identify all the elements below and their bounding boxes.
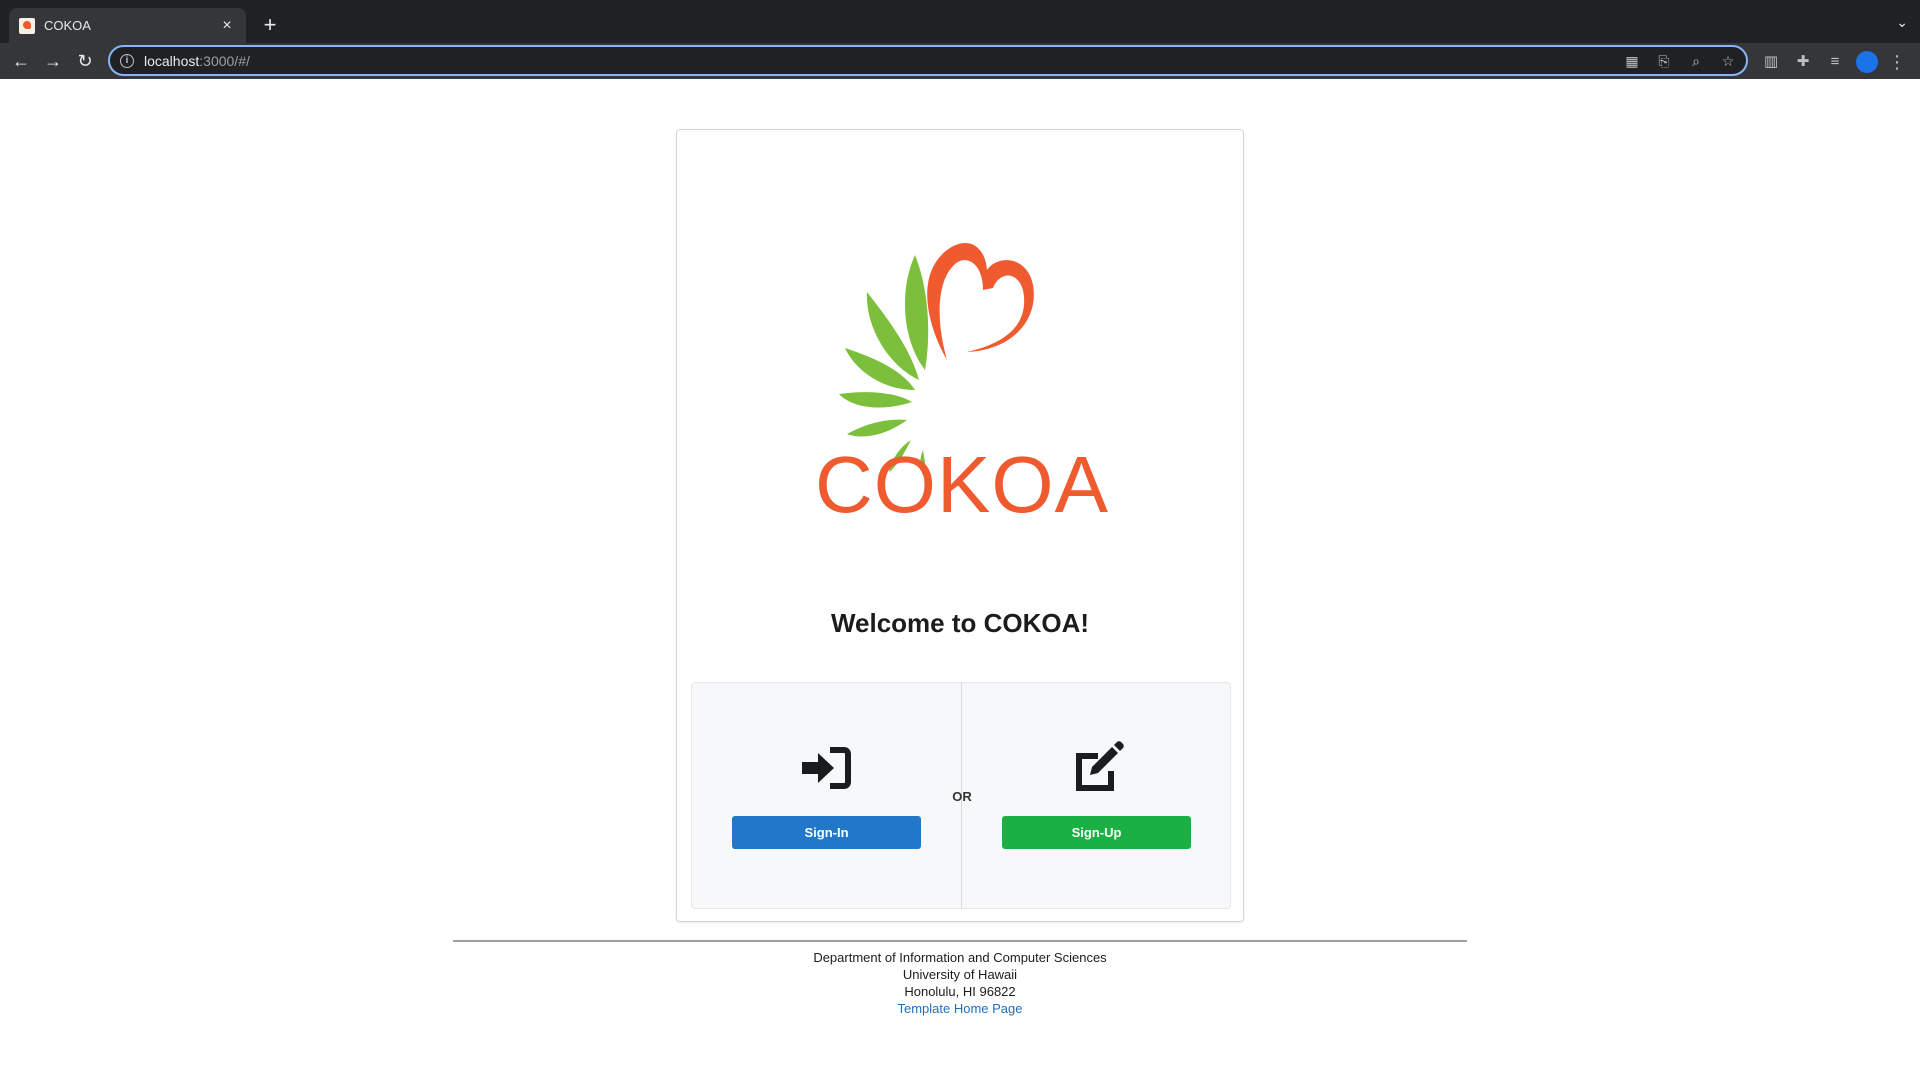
browser-menu-icon[interactable]: ⋮	[1888, 51, 1906, 73]
welcome-heading: Welcome to COKOA!	[830, 608, 1090, 638]
bookmark-star-icon[interactable]: ☆	[1718, 52, 1738, 70]
favicon-icon	[19, 17, 35, 34]
tab-title: COKOA	[44, 18, 91, 33]
translate-icon[interactable]: ⎘	[1654, 52, 1674, 70]
footer-address: Honolulu, HI 96822	[904, 984, 1016, 999]
footer-university: University of Hawaii	[902, 967, 1018, 982]
tab-search-icon[interactable]: ⌄	[1896, 14, 1908, 31]
footer-department: Department of Information and Computer S…	[813, 950, 1107, 965]
close-tab-icon[interactable]: ×	[218, 17, 236, 35]
browser-tab[interactable]: COKOA ×	[9, 8, 246, 43]
landing-card: COKOA Welcome to COKOA! OR Sign-In Sign-…	[676, 129, 1244, 922]
sign-in-icon	[802, 747, 851, 789]
site-info-icon[interactable]: i	[120, 53, 134, 68]
template-home-link[interactable]: Template Home Page	[897, 1001, 1022, 1016]
sign-up-button[interactable]: Sign-Up	[1002, 816, 1191, 849]
new-tab-button[interactable]: +	[258, 12, 282, 38]
profile-avatar[interactable]	[1856, 51, 1878, 73]
media-queue-icon[interactable]: ≡	[1824, 51, 1846, 73]
sign-in-button[interactable]: Sign-In	[732, 816, 921, 849]
address-bar[interactable]: i localhost :3000/#/ ▦ ⎘ ⌕ ☆	[108, 45, 1748, 76]
extension-library-icon[interactable]: ▥	[1760, 51, 1782, 73]
reload-icon[interactable]: ↻	[73, 49, 97, 73]
url-path: :3000/#/	[199, 52, 250, 69]
extensions-puzzle-icon[interactable]: ✚	[1792, 51, 1814, 73]
auth-segment: OR Sign-In Sign-Up	[691, 682, 1231, 909]
footer: Department of Information and Computer S…	[0, 949, 1920, 1017]
browser-toolbar: ← → ↻ i localhost :3000/#/ ▦ ⎘ ⌕ ☆ ▥ ✚ ≡…	[0, 43, 1920, 79]
forward-icon[interactable]: →	[41, 49, 65, 73]
signup-column: Sign-Up	[962, 683, 1231, 908]
signin-column: Sign-In	[692, 683, 961, 908]
qr-code-icon[interactable]: ▦	[1622, 52, 1642, 70]
footer-divider	[453, 940, 1467, 942]
edit-icon	[1076, 741, 1124, 791]
logo-text: COKOA	[815, 440, 1109, 520]
heart-swirl-icon	[927, 242, 1034, 360]
zoom-icon[interactable]: ⌕	[1686, 52, 1706, 70]
back-icon[interactable]: ←	[9, 49, 33, 73]
url-host: localhost	[144, 52, 200, 69]
browser-tabstrip: COKOA × + ⌄	[0, 0, 1920, 43]
cokoa-logo: COKOA	[815, 242, 1109, 520]
